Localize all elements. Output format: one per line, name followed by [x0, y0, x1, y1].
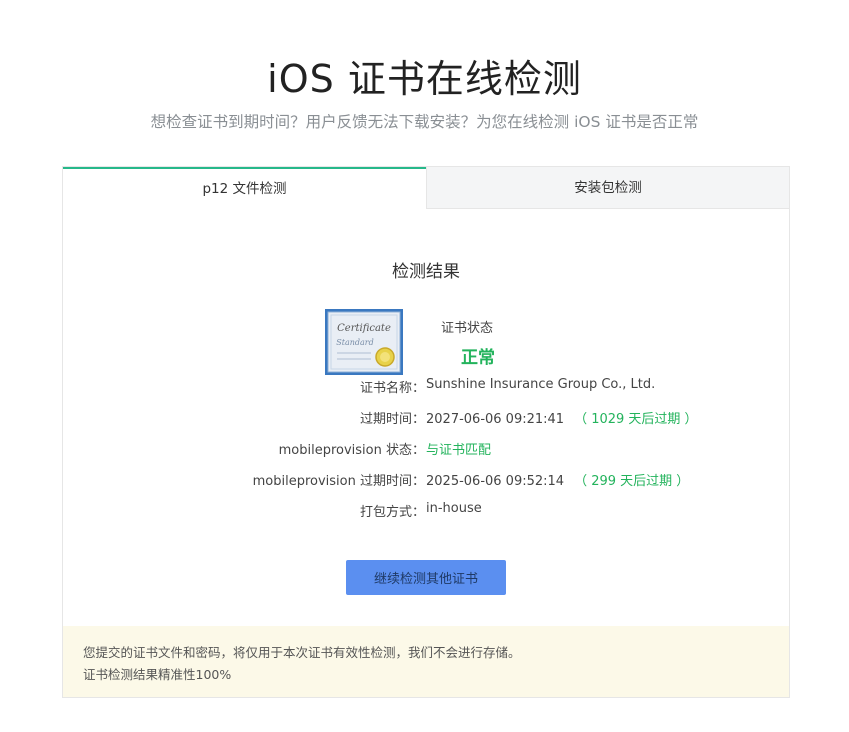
check-panel: p12 文件检测 安装包检测 检测结果 Certificate Standard… [62, 166, 790, 698]
expiry-value: 2027-06-06 09:21:41 [426, 412, 565, 427]
tab-bar: p12 文件检测 安装包检测 [63, 167, 789, 209]
row-mobileprovision-expiry: mobileprovision 过期时间： 2025-06-06 09:52:1… [63, 470, 789, 490]
packaging-label: 打包方式： [359, 505, 425, 520]
result-title: 检测结果 [392, 262, 460, 282]
mobileprovision-expiry-note: （ 299 天后过期 ） [574, 474, 690, 489]
mobileprovision-expiry-label: mobileprovision 过期时间： [252, 474, 425, 489]
svg-text:Certificate: Certificate [337, 323, 391, 334]
expiry-label: 过期时间： [359, 412, 425, 427]
certificate-icon: Certificate Standard [325, 309, 403, 375]
row-packaging: 打包方式： in-house [63, 501, 789, 521]
svg-text:Standard: Standard [336, 338, 373, 347]
row-cert-name: 证书名称： Sunshine Insurance Group Co., Ltd. [63, 377, 789, 397]
expiry-note: （ 1029 天后过期 ） [574, 412, 698, 427]
cert-status-value: 正常 [461, 348, 495, 368]
privacy-notice: 您提交的证书文件和密码，将仅用于本次证书有效性检测，我们不会进行存储。 证书检测… [63, 626, 789, 697]
mobileprovision-expiry-value: 2025-06-06 09:52:14 [426, 474, 565, 489]
tab-package-check[interactable]: 安装包检测 [426, 167, 789, 209]
cert-status-label: 证书状态 [441, 321, 494, 336]
notice-line-2: 证书检测结果精准性100% [83, 667, 232, 682]
page-title: iOS 证书在线检测 [267, 57, 582, 101]
continue-check-button[interactable]: 继续检测其他证书 [346, 560, 506, 595]
cert-name-label: 证书名称： [359, 381, 425, 396]
notice-line-1: 您提交的证书文件和密码，将仅用于本次证书有效性检测，我们不会进行存储。 [83, 645, 521, 660]
mobileprovision-status-value: 与证书匹配 [426, 443, 492, 458]
cert-name-value: Sunshine Insurance Group Co., Ltd. [426, 377, 656, 392]
packaging-value: in-house [426, 501, 482, 516]
mobileprovision-status-label: mobileprovision 状态： [278, 443, 425, 458]
row-expiry: 过期时间： 2027-06-06 09:21:41 （ 1029 天后过期 ） [63, 408, 789, 428]
page-subtitle: 想检查证书到期时间？用户反馈无法下载安装？为您在线检测 iOS 证书是否正常 [150, 113, 699, 131]
row-mobileprovision-status: mobileprovision 状态： 与证书匹配 [63, 439, 789, 459]
tab-p12-check[interactable]: p12 文件检测 [63, 167, 426, 209]
